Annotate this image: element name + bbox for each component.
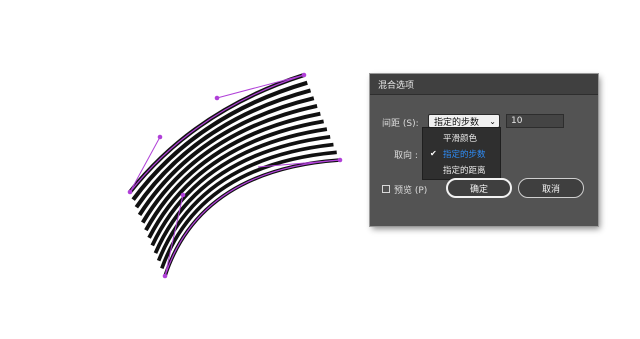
menu-item-specified-steps[interactable]: ✔ 指定的步数 [423,146,500,161]
menu-item-label: 平滑颜色 [443,133,478,144]
anchor-point[interactable] [337,157,343,163]
menu-item-label: 指定的步数 [443,149,486,160]
menu-item-smooth-color[interactable]: 平滑颜色 [423,130,500,145]
spacing-dropdown-menu: 平滑颜色 ✔ 指定的步数 指定的距离 [422,127,501,180]
spacing-select-value: 指定的步数 [434,117,480,128]
anchor-point[interactable] [214,95,220,101]
ok-button[interactable]: 确定 [446,178,512,198]
spacing-select[interactable]: 指定的步数 ⌄ [428,114,500,128]
preview-label: 预览 (P) [394,186,428,196]
dialog-title: 混合选项 [378,80,415,91]
anchor-point[interactable] [162,273,168,279]
anchor-point[interactable] [157,134,163,140]
dialog-titlebar[interactable]: 混合选项 [370,74,598,95]
blend-lines-group [128,73,341,277]
steps-input[interactable]: 10 [506,114,564,128]
cancel-button-label: 取消 [541,184,560,195]
steps-input-value: 10 [511,116,523,126]
checkmark-icon: ✔ [430,149,437,158]
cancel-button[interactable]: 取消 [518,178,584,198]
orientation-label: 取向 : [394,151,418,161]
blend-options-dialog: 混合选项 间距 (S): 指定的步数 ⌄ 10 取向 : 平滑颜色 ✔ 指定的步… [370,74,598,226]
ok-button-label: 确定 [469,184,488,195]
menu-item-label: 指定的距离 [443,165,486,176]
menu-item-specified-distance[interactable]: 指定的距离 [423,162,500,177]
anchor-point[interactable] [127,189,133,195]
anchor-point[interactable] [301,72,307,78]
preview-checkbox[interactable] [382,185,390,193]
spacing-label: 间距 (S): [382,119,419,129]
anchor-point[interactable] [180,192,186,198]
